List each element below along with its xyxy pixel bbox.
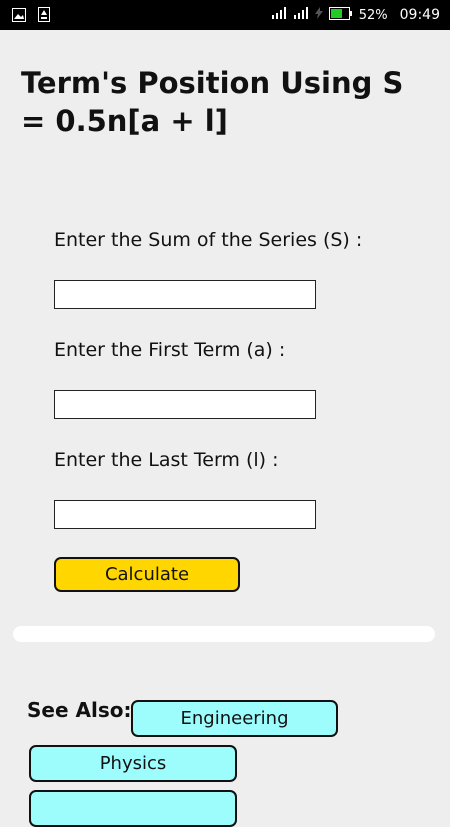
battery-percent: 52% (358, 7, 388, 23)
sum-input[interactable] (54, 280, 316, 309)
last-term-label: Enter the Last Term (l) : (54, 449, 279, 471)
status-bar: 52% 09:49 (0, 0, 450, 30)
signal-icon (293, 7, 309, 23)
calculate-button[interactable]: Calculate (54, 557, 240, 592)
charging-icon (314, 7, 323, 23)
first-term-input[interactable] (54, 390, 316, 419)
result-output (13, 626, 435, 642)
battery-icon (328, 6, 353, 24)
page-title: Term's Position Using S = 0.5n[a + l] (21, 66, 404, 138)
physics-link[interactable]: Physics (29, 745, 237, 782)
last-term-input[interactable] (54, 500, 316, 529)
first-term-label: Enter the First Term (a) : (54, 339, 286, 361)
gallery-icon (12, 7, 26, 26)
engineering-link[interactable]: Engineering (131, 700, 338, 737)
see-also-label: See Also: (27, 698, 132, 722)
upload-icon (38, 7, 50, 26)
clock: 09:49 (399, 7, 440, 23)
signal-icon (271, 7, 287, 23)
sum-label: Enter the Sum of the Series (S) : (54, 229, 363, 251)
see-also-link-partial[interactable] (29, 790, 237, 827)
